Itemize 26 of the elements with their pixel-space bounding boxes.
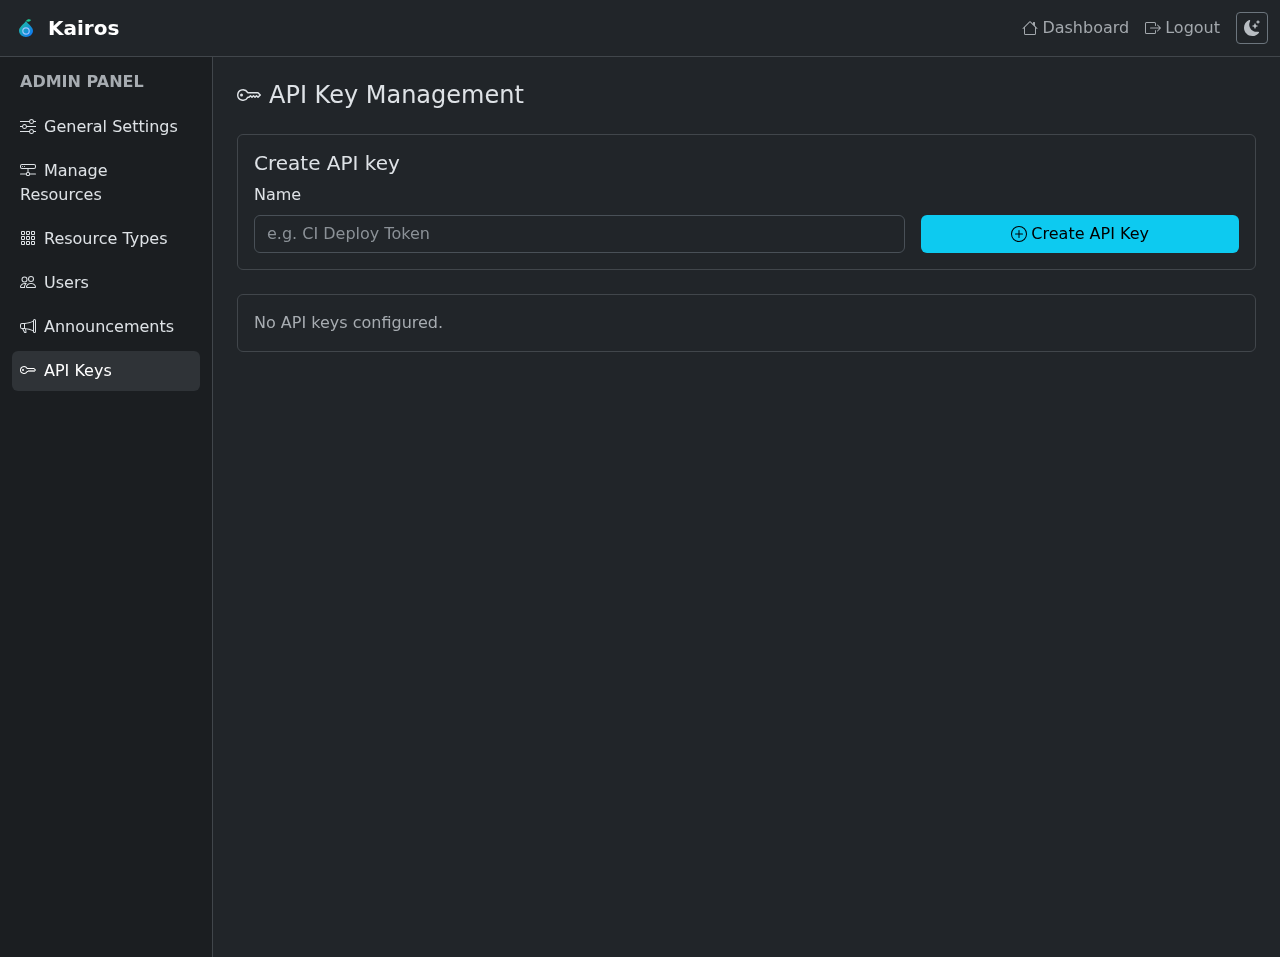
people-icon: [20, 274, 36, 290]
name-input-field[interactable]: e.g. CI Deploy Token: [254, 214, 906, 253]
logo-icon: [18, 19, 34, 37]
house-icon: [1022, 20, 1039, 36]
nav-link[interactable]: Logout: [1137, 16, 1228, 40]
page-title: API Key Management: [269, 81, 524, 110]
sidebar-item[interactable]: Users: [12, 263, 200, 303]
moon-icon: [1244, 20, 1260, 36]
create-key-button[interactable]: Create API Key: [921, 214, 1239, 253]
server-network-icon: [20, 162, 36, 178]
sidebar-item[interactable]: General Settings: [12, 107, 200, 147]
card-title: Create API key: [254, 150, 401, 175]
sidebar-heading: ADMIN PANEL: [19, 71, 145, 93]
sidebar-item[interactable]: Announcements: [12, 307, 200, 347]
theme-toggle-button[interactable]: [1236, 12, 1268, 44]
sliders-icon: [20, 118, 36, 134]
field-label: Name: [254, 183, 303, 206]
logout-icon: [1145, 20, 1162, 36]
sidebar-item[interactable]: Resource Types: [12, 219, 200, 259]
grid-icon: [20, 230, 36, 246]
empty-message: No API keys configured.: [254, 311, 445, 334]
megaphone-icon: [20, 318, 36, 334]
sidebar-item[interactable]: Manage Resources: [12, 151, 200, 215]
brand-name[interactable]: Kairos: [48, 16, 120, 40]
nav-link[interactable]: Dashboard: [1014, 16, 1138, 40]
sidebar-item[interactable]: API Keys: [12, 351, 200, 391]
